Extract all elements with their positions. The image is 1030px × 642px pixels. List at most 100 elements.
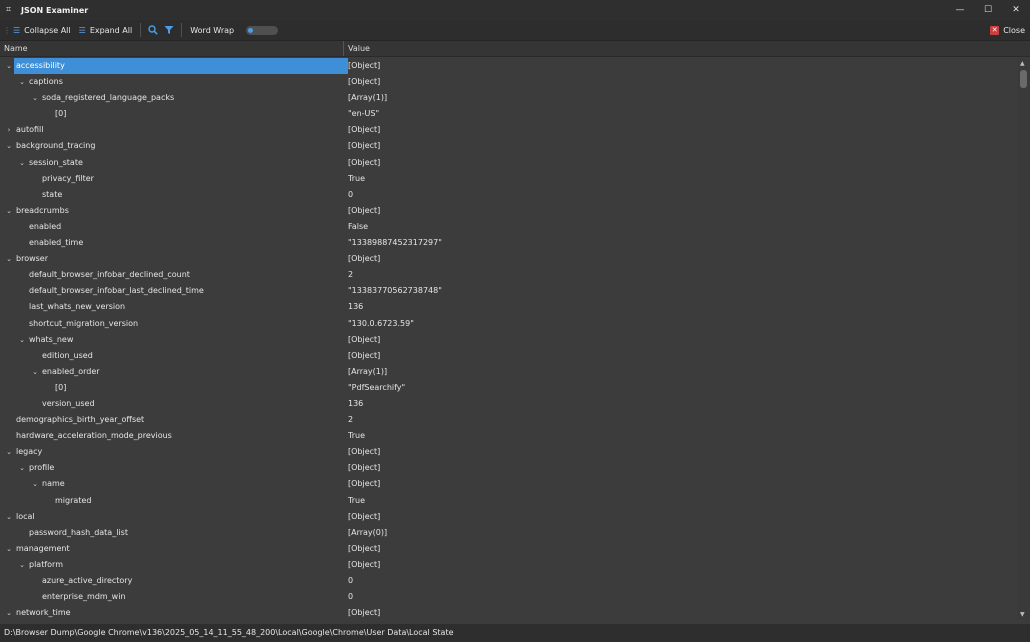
row-name-cell: ⌄ captions (0, 74, 361, 90)
tree-row[interactable]: ⌄ enabled_order [Array(1)] (0, 364, 1017, 380)
tree-row[interactable]: migrated True (0, 493, 1017, 509)
tree-row[interactable]: hardware_acceleration_mode_previous True (0, 428, 1017, 444)
row-name: default_browser_infobar_last_declined_ti… (29, 286, 204, 296)
tree-row[interactable]: shortcut_migration_version "130.0.6723.59… (0, 316, 1017, 332)
tree-row[interactable]: ⌄ legacy [Object] (0, 444, 1017, 460)
row-value: [Object] (348, 543, 381, 553)
row-value: True (348, 431, 365, 441)
row-name: enabled_time (29, 238, 84, 248)
row-name: demographics_birth_year_offset (16, 415, 145, 425)
collapse-all-button[interactable]: ☰ Collapse All (9, 21, 75, 39)
tree-row[interactable]: demographics_birth_year_offset 2 (0, 412, 1017, 428)
chevron-down-icon[interactable]: ⌄ (30, 476, 40, 492)
vertical-scrollbar[interactable]: ▲ ▼ (1017, 58, 1030, 620)
scrollbar-thumb[interactable] (1020, 70, 1027, 88)
tree-row[interactable]: ⌄ profile [Object] (0, 460, 1017, 476)
chevron-down-icon[interactable]: ⌄ (17, 460, 27, 476)
tree-row[interactable]: ⌄ network_time [Object] (0, 605, 1017, 620)
tree-row[interactable]: state 0 (0, 187, 1017, 203)
row-value: [Object] (348, 511, 381, 521)
tree-row[interactable]: enterprise_mdm_win 0 (0, 589, 1017, 605)
column-header: Name Value (0, 41, 1030, 57)
title-bar: ⌗ JSON Examiner — ☐ ✕ (0, 0, 1030, 20)
tree-row[interactable]: password_hash_data_list [Array(0)] (0, 525, 1017, 541)
tree-row[interactable]: [0] "en-US" (0, 106, 1017, 122)
tree-row[interactable]: ⌄ management [Object] (0, 541, 1017, 557)
tree-row[interactable]: › autofill [Object] (0, 122, 1017, 138)
tree-row[interactable]: ⌄ accessibility [Object] (0, 58, 1017, 74)
expand-all-button[interactable]: ☰ Expand All (75, 21, 137, 39)
row-name: [0] (55, 382, 67, 392)
word-wrap-toggle[interactable] (246, 25, 279, 35)
row-value: 0 (348, 592, 354, 602)
tree-row[interactable]: ⌄ browser [Object] (0, 251, 1017, 267)
row-value: [Object] (348, 61, 381, 70)
close-button[interactable]: ✕ Close (990, 25, 1025, 35)
tree-row[interactable]: enabled False (0, 219, 1017, 235)
row-value: [Array(1)] (348, 93, 388, 103)
row-value: [Array(0)] (348, 527, 388, 537)
chevron-down-icon[interactable]: ⌄ (4, 444, 14, 460)
chevron-down-icon[interactable]: ⌄ (4, 138, 14, 154)
tree-row[interactable]: default_browser_infobar_last_declined_ti… (0, 283, 1017, 299)
row-name-cell: enabled (0, 219, 361, 235)
tree-row[interactable]: ⌄ soda_registered_language_packs [Array(1)… (0, 90, 1017, 106)
tree-row[interactable]: [0] "PdfSearchify" (0, 380, 1017, 396)
tree-row[interactable]: default_browser_infobar_declined_count 2 (0, 267, 1017, 283)
tree-row[interactable]: ⌄ background_tracing [Object] (0, 138, 1017, 154)
close-label: Close (1003, 25, 1025, 35)
chevron-down-icon[interactable]: ⌄ (17, 332, 27, 348)
chevron-down-icon[interactable]: ⌄ (17, 74, 27, 90)
chevron-down-icon[interactable]: ⌄ (30, 364, 40, 380)
tree-row[interactable]: ⌄ breadcrumbs [Object] (0, 203, 1017, 219)
chevron-down-icon[interactable]: ⌄ (4, 251, 14, 267)
tree-row[interactable]: ⌄ session_state [Object] (0, 155, 1017, 171)
tree-row[interactable]: ⌄ platform [Object] (0, 557, 1017, 573)
row-value: 2 (348, 415, 354, 425)
scroll-down-icon[interactable]: ▼ (1020, 611, 1025, 618)
chevron-down-icon[interactable]: ⌄ (17, 155, 27, 171)
row-name-cell: default_browser_infobar_declined_count (0, 267, 361, 283)
tree-row[interactable]: ⌄ name [Object] (0, 476, 1017, 492)
scroll-up-icon[interactable]: ▲ (1020, 60, 1025, 67)
tree-row[interactable]: version_used 136 (0, 396, 1017, 412)
chevron-down-icon[interactable]: ⌄ (17, 557, 27, 573)
close-window-button[interactable]: ✕ (1002, 0, 1030, 20)
minimize-button[interactable]: — (946, 0, 974, 20)
tree-row[interactable]: azure_active_directory 0 (0, 573, 1017, 589)
row-name: edition_used (42, 350, 93, 360)
row-name-cell: ⌄ background_tracing (0, 138, 348, 154)
tree-row[interactable]: last_whats_new_version 136 (0, 299, 1017, 315)
search-button[interactable] (145, 21, 161, 39)
tree-row[interactable]: ⌄ local [Object] (0, 509, 1017, 525)
row-name: soda_registered_language_packs (42, 93, 175, 103)
tree-row[interactable]: ⌄ whats_new [Object] (0, 332, 1017, 348)
maximize-button[interactable]: ☐ (974, 0, 1002, 20)
row-name-cell: state (0, 187, 374, 203)
tree-row[interactable]: privacy_filter True (0, 171, 1017, 187)
chevron-down-icon[interactable]: ⌄ (4, 58, 14, 74)
filter-button[interactable] (161, 21, 177, 39)
close-icon: ✕ (990, 25, 1000, 35)
chevron-right-icon[interactable]: › (4, 122, 14, 138)
name-column-header[interactable]: Name (0, 41, 344, 56)
tree-row[interactable]: enabled_time "13389887452317297" (0, 235, 1017, 251)
chevron-down-icon[interactable]: ⌄ (30, 90, 40, 106)
chevron-down-icon[interactable]: ⌄ (4, 541, 14, 557)
row-name: session_state (29, 157, 83, 167)
row-value: "PdfSearchify" (348, 382, 406, 392)
chevron-down-icon[interactable]: ⌄ (4, 509, 14, 525)
row-name: accessibility (14, 58, 348, 74)
row-value: [Object] (348, 157, 381, 167)
chevron-down-icon[interactable]: ⌄ (4, 203, 14, 219)
collapse-all-icon: ☰ (13, 25, 21, 35)
window-title: JSON Examiner (21, 5, 89, 15)
json-tree: ⌄ accessibility [Object] ⌄ captions [Object] ⌄… (0, 58, 1017, 620)
tree-row[interactable]: edition_used [Object] (0, 348, 1017, 364)
tree-row[interactable]: ⌄ captions [Object] (0, 74, 1017, 90)
chevron-down-icon[interactable]: ⌄ (4, 605, 14, 620)
row-value: "13383770562738748" (348, 286, 442, 296)
row-name-cell: migrated (0, 493, 387, 509)
value-column-header[interactable]: Value (344, 41, 370, 56)
row-value: [Object] (348, 334, 381, 344)
